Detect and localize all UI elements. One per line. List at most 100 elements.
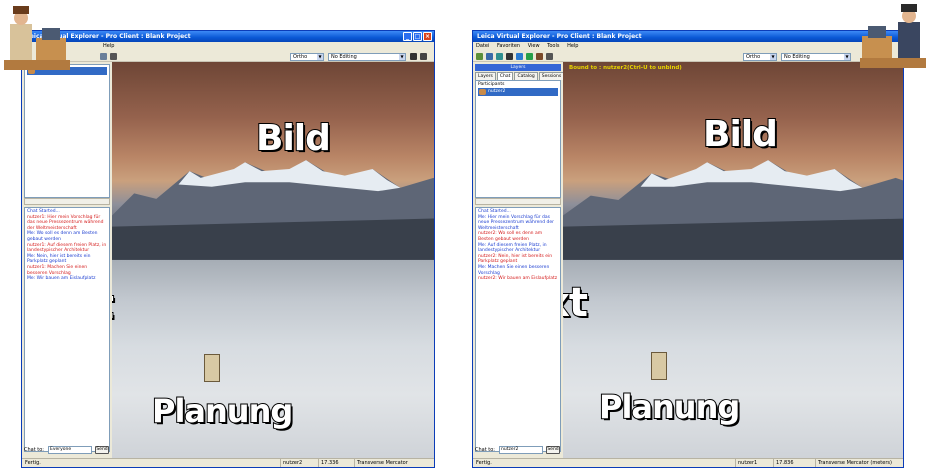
chat-message: nutzer2: Wo soll es denn am Besten gebau… <box>478 231 543 242</box>
earth-icon[interactable] <box>526 53 533 60</box>
mountain-range <box>112 160 434 260</box>
chat-message: Me: Wo soll es denn am Besten gebaut wer… <box>27 231 98 242</box>
building-model[interactable] <box>204 354 220 382</box>
right-window-title: Leica Virtual Explorer - Pro Client : Bl… <box>477 33 642 40</box>
toolbar-icon[interactable] <box>110 53 117 60</box>
left-status-bar: Fertig. nutzer2 17.336 Transverse Mercat… <box>22 458 434 467</box>
chat-message: Me: Machen Sie einen besseren Vorschlag <box>478 264 550 276</box>
participant-name: nutzer2 <box>488 89 506 94</box>
menu-tools[interactable]: Tools <box>547 43 559 49</box>
status-user: nutzer1 <box>735 459 771 467</box>
chat-to-select[interactable]: Everyone <box>48 446 92 454</box>
editing-select[interactable]: No Editing ▼ <box>781 53 851 61</box>
right-title-bar[interactable]: Leica Virtual Explorer - Pro Client : Bl… <box>473 31 903 42</box>
status-ready: Fertig. <box>25 460 41 466</box>
editing-value: No Editing <box>331 54 357 60</box>
tab-chat[interactable]: Chat <box>496 72 514 80</box>
bild-label: Bild <box>255 117 332 160</box>
maximize-icon[interactable]: □ <box>413 32 422 41</box>
wooden-figure-icon <box>860 4 926 68</box>
tab-sessions[interactable]: Sessions <box>538 72 565 80</box>
chat-message: Me: Wir bauen am Eislaufplatz <box>27 276 96 282</box>
right-side-panel: Layers Layers Chat Catalog Sessions Part… <box>473 62 565 458</box>
participants-list[interactable] <box>24 64 110 198</box>
chat-to-value: nutzer2 <box>501 447 519 452</box>
user-icon[interactable] <box>536 53 543 60</box>
chat-to-label: Chat to: <box>475 447 495 453</box>
building-model[interactable] <box>651 352 667 380</box>
save-icon[interactable] <box>486 53 493 60</box>
menu-datei[interactable]: Datei <box>476 43 489 49</box>
send-button[interactable]: Send <box>95 446 109 454</box>
navigate-icon[interactable] <box>516 53 523 60</box>
close-icon[interactable]: × <box>423 32 432 41</box>
horizontal-scrollbar[interactable] <box>24 198 110 205</box>
chat-message: Me: Nein, hier ist bereits ein Parkplatz… <box>27 253 91 265</box>
mountain-range <box>563 160 903 260</box>
left-menu-bar: Help <box>22 42 434 51</box>
left-client-window: Leica Virtual Explorer - Pro Client : Bl… <box>21 30 435 468</box>
bound-to-notice: Bound to : nutzer2(Ctrl-U to unbind) <box>569 65 682 71</box>
toolbar-icon[interactable] <box>100 53 107 60</box>
left-title-bar[interactable]: Leica Virtual Explorer - Pro Client : Bl… <box>22 31 434 42</box>
chat-message: nutzer1: Hier mein Vorschlag für das neu… <box>27 214 104 231</box>
chat-to-label: Chat to: <box>24 447 44 453</box>
layers-header: Layers <box>475 64 561 71</box>
wooden-figure-icon <box>4 6 70 70</box>
minimize-icon[interactable]: _ <box>403 32 412 41</box>
chat-message: nutzer1: Machen Sie einen besseren Vorsc… <box>27 264 88 276</box>
editing-select[interactable]: No Editing ▼ <box>328 53 406 61</box>
status-projection: Transverse Mercator (meters) <box>815 459 895 467</box>
avatar <box>479 89 486 95</box>
right-status-bar: Fertig. nutzer1 17.836 Transverse Mercat… <box>473 458 903 467</box>
editing-value: No Editing <box>784 54 810 60</box>
menu-favoriten[interactable]: Favoriten <box>497 43 520 49</box>
chat-message: Me: Hier mein Vorschlag für das neue Pre… <box>478 214 554 231</box>
3d-view[interactable]: Bound to : nutzer2(Ctrl-U to unbind) Bil… <box>563 62 903 458</box>
pointer-icon[interactable] <box>420 53 427 60</box>
right-toolbar: Ortho ▼ No Editing ▼ <box>473 51 903 62</box>
planung-label: Planung <box>151 391 294 431</box>
projection-value: Ortho <box>293 54 308 60</box>
left-side-panel: Chat Started... nutzer1: Hier mein Vorsch… <box>22 62 112 458</box>
chat-to-row: Chat to: Everyone Send <box>24 445 110 455</box>
participant-row[interactable]: nutzer2 <box>478 88 558 96</box>
send-button[interactable]: Send <box>546 446 560 454</box>
chat-log: Chat Started... nutzer1: Hier mein Vorsch… <box>24 207 110 452</box>
participants-list[interactable]: Participants nutzer2 <box>475 80 561 198</box>
horizontal-scrollbar[interactable] <box>475 198 561 205</box>
status-projection: Transverse Mercator (meters) <box>354 459 428 467</box>
tab-layers[interactable]: Layers <box>475 72 496 80</box>
open-icon[interactable] <box>476 53 483 60</box>
chat-to-row: Chat to: nutzer2 Send <box>475 445 561 455</box>
chat-to-select[interactable]: nutzer2 <box>499 446 543 454</box>
status-zoom: 17.836 <box>773 459 803 467</box>
panel-tabs: Layers Chat Catalog Sessions <box>475 72 565 80</box>
toolbar-icon[interactable] <box>410 53 417 60</box>
menu-help[interactable]: Help <box>567 43 578 49</box>
status-zoom: 17.336 <box>318 459 346 467</box>
chat-message: nutzer2: Wir bauen am Eislaufplatz <box>478 276 558 282</box>
chat-to-value: Everyone <box>50 447 72 452</box>
bild-label: Bild <box>702 113 779 156</box>
chat-message: nutzer1: Auf diesem freien Platz, in lan… <box>27 242 107 254</box>
menu-view[interactable]: View <box>528 43 540 49</box>
menu-help[interactable]: Help <box>103 43 114 49</box>
globe-icon[interactable] <box>496 53 503 60</box>
status-user: nutzer2 <box>280 459 316 467</box>
projection-value: Ortho <box>746 54 761 60</box>
left-toolbar: Ortho ▼ No Editing ▼ <box>22 51 434 62</box>
status-ready: Fertig. <box>476 460 492 466</box>
layers-icon[interactable] <box>506 53 513 60</box>
3d-view[interactable]: Bild Text Planung <box>112 62 434 458</box>
projection-select[interactable]: Ortho ▼ <box>743 53 777 61</box>
chat-message: nutzer2: Nein, hier ist bereits ein Park… <box>478 253 553 265</box>
grid-icon[interactable] <box>546 53 553 60</box>
projection-select[interactable]: Ortho ▼ <box>290 53 324 61</box>
right-menu-bar: Datei Favoriten View Tools Help <box>473 42 903 51</box>
text-label: Text <box>112 281 115 329</box>
participants-header: Participants <box>478 82 505 87</box>
planung-label: Planung <box>598 387 741 427</box>
chat-log: Chat Started... Me: Hier mein Vorschlag f… <box>475 207 561 452</box>
tab-catalog[interactable]: Catalog <box>514 72 538 80</box>
